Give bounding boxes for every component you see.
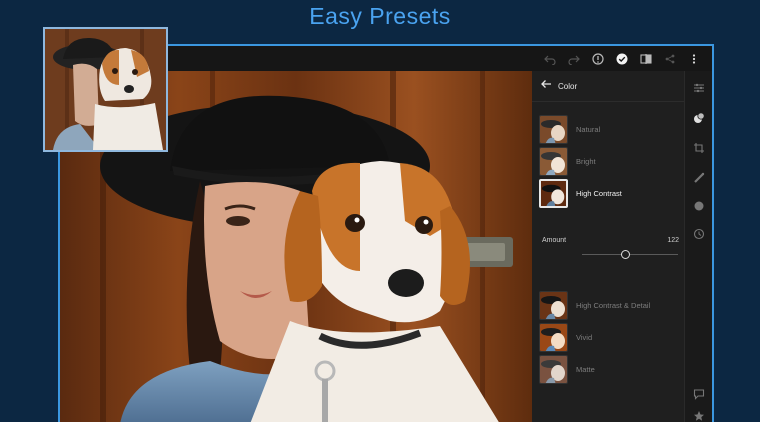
amount-value: 122 <box>667 237 679 244</box>
more-icon[interactable] <box>682 46 706 71</box>
amount-label: Amount <box>542 237 567 244</box>
preset-label: Matte <box>576 364 595 374</box>
preset-thumbnail <box>539 322 568 352</box>
star-icon[interactable] <box>692 409 706 422</box>
help-icon[interactable] <box>586 46 610 71</box>
before-thumbnail <box>43 27 168 152</box>
preset-thumbnail-selected <box>539 178 568 208</box>
preset-label: High Contrast <box>576 188 622 198</box>
healing-icon[interactable] <box>692 171 706 185</box>
amount-row: Amount 122 <box>542 237 679 244</box>
check-icon[interactable] <box>610 46 634 71</box>
preset-label: Natural <box>576 124 601 134</box>
preset-label: Vivid <box>576 332 593 342</box>
crop-icon[interactable] <box>692 141 706 155</box>
redo-icon[interactable] <box>562 46 586 71</box>
presets-icon[interactable] <box>692 111 706 125</box>
amount-slider-handle[interactable] <box>621 250 630 259</box>
sliders-icon[interactable] <box>692 81 706 95</box>
preset-label: High Contrast & Detail <box>576 300 651 310</box>
panel-title: Color <box>558 81 578 91</box>
panel-divider <box>532 101 684 102</box>
preset-high-contrast-detail[interactable]: High Contrast & Detail <box>539 289 679 321</box>
history-icon[interactable] <box>692 227 706 241</box>
preset-label: Bright <box>576 156 596 166</box>
selective-icon[interactable] <box>692 199 706 213</box>
preset-high-contrast[interactable]: High Contrast <box>539 177 679 209</box>
presets-panel: Color Natural Bright High Contrast Amoun… <box>532 71 684 422</box>
back-arrow-icon[interactable] <box>540 77 552 95</box>
preset-thumbnail <box>539 146 568 176</box>
tool-strip <box>684 71 712 422</box>
preset-matte[interactable]: Matte <box>539 353 679 385</box>
preset-thumbnail <box>539 290 568 320</box>
share-icon[interactable] <box>658 46 682 71</box>
preset-thumbnail <box>539 114 568 144</box>
preset-thumbnail <box>539 354 568 384</box>
compare-icon[interactable] <box>634 46 658 71</box>
undo-icon[interactable] <box>538 46 562 71</box>
comment-icon[interactable] <box>692 387 706 401</box>
preset-natural[interactable]: Natural <box>539 113 679 145</box>
preset-bright[interactable]: Bright <box>539 145 679 177</box>
panel-header: Color <box>532 71 684 101</box>
page-headline: Easy Presets <box>309 3 451 29</box>
before-photo-image <box>45 29 166 150</box>
amount-slider-track[interactable] <box>582 254 678 255</box>
preset-vivid[interactable]: Vivid <box>539 321 679 353</box>
